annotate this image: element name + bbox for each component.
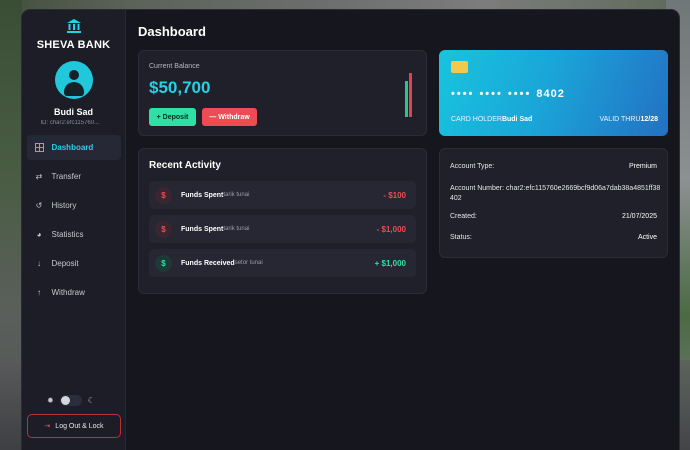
created-value: 21/07/2025 [621,213,657,220]
withdraw-button[interactable]: — Withdraw [202,108,257,126]
activity-amount: - $100 [383,190,406,200]
bank-app-window: SHEVA BANK Budi Sad ID: char2:efc115760.… [22,10,679,450]
bank-card: •••• •••• •••• 8402 CARD HOLDERBudi Sad … [439,50,668,136]
created-row: Created: 21/07/2025 [450,213,657,220]
logout-icon: ⇥ [44,423,51,430]
card-chip [451,61,468,73]
sidebar-item-label: Withdraw [51,288,85,297]
theme-toggle: ✹ ☾ [47,395,95,406]
account-type-label: Account Type: [450,163,495,170]
sidebar: SHEVA BANK Budi Sad ID: char2:efc115760.… [22,10,126,450]
activity-list: $ Funds Spent tarik tunai - $100 $ Funds … [149,181,416,283]
user-name: Budi Sad [53,107,93,117]
card-holder-name: Budi Sad [501,116,533,123]
avatar-body [63,82,84,96]
status-value: Active [637,234,657,241]
balance-panel: Current Balance $50,700 + Deposit — With… [138,50,427,136]
theme-switch[interactable] [59,395,82,406]
created-label: Created: [450,213,477,220]
logout-label: Log Out & Lock [55,422,104,430]
recent-activity-panel: Recent Activity $ Funds Spent tarik tunai… [138,148,427,294]
expense-bar [409,73,412,117]
mini-bar-chart [405,73,415,117]
activity-title: Funds Spent [181,225,224,233]
sidebar-item-statistics[interactable]: ◕ Statistics [27,222,121,247]
bank-icon [66,19,81,33]
main-content: Dashboard Current Balance $50,700 + Depo… [126,10,679,450]
balance-label: Current Balance [149,63,200,70]
card-valid-value: 12/28 [640,116,658,123]
sidebar-item-label: Statistics [51,230,84,239]
sidebar-item-label: Transfer [51,172,82,181]
dollar-icon: $ [155,254,172,272]
user-id: ID: char2:efc115760... [40,120,100,126]
theme-switch-knob [60,396,70,405]
status-row: Status: Active [450,234,657,241]
sun-icon: ✹ [47,396,54,405]
sidebar-item-label: Dashboard [51,143,94,152]
avatar [54,61,93,99]
card-holder-label: CARD HOLDER [451,116,502,123]
list-item[interactable]: $ Funds Received setor tunai + $1,000 [149,249,416,277]
deposit-button[interactable]: + Deposit [149,108,196,126]
activity-amount: - $1,000 [376,224,406,234]
recent-activity-title: Recent Activity [149,160,221,171]
activity-subtitle: tarik tunai [223,192,250,198]
bank-name: SHEVA BANK [36,39,111,51]
card-holder: CARD HOLDERBudi Sad [451,116,532,123]
card-number: •••• •••• •••• 8402 [451,88,565,100]
logout-button[interactable]: ⇥ Log Out & Lock [27,414,121,438]
pie-chart-icon: ◕ [36,230,42,239]
moon-icon: ☾ [87,396,95,405]
account-info-panel: Account Type: Premium Account Number: ch… [439,148,668,258]
dollar-icon: $ [155,220,172,238]
card-number-mask: •••• •••• •••• [451,88,532,100]
sidebar-nav: Dashboard ⇄ Transfer ↺ History ◕ Statist… [26,135,121,309]
history-icon: ↺ [35,201,43,210]
sidebar-item-dashboard[interactable]: Dashboard [26,135,121,160]
arrow-down-icon: ↓ [37,259,41,268]
activity-title: Funds Spent [181,191,224,199]
avatar-head [68,70,79,80]
sidebar-item-history[interactable]: ↺ History [27,193,121,218]
transfer-arrows-icon: ⇄ [35,172,43,181]
arrow-up-icon: ↑ [37,288,41,297]
card-valid-label: VALID THRU [599,116,641,123]
account-number-label: Account Number: [450,185,505,192]
activity-subtitle: setor tunai [234,260,263,266]
card-last4: 8402 [536,88,565,100]
list-item[interactable]: $ Funds Spent tarik tunai - $1,000 [149,215,416,243]
sidebar-item-label: History [51,201,77,210]
list-item[interactable]: $ Funds Spent tarik tunai - $100 [149,181,416,209]
sidebar-item-deposit[interactable]: ↓ Deposit [27,251,121,276]
account-type-value: Premium [628,163,657,170]
activity-amount: + $1,000 [374,258,406,268]
page-title: Dashboard [138,24,206,39]
sidebar-item-transfer[interactable]: ⇄ Transfer [27,164,121,189]
account-type-row: Account Type: Premium [450,163,657,170]
balance-value: $50,700 [149,78,211,97]
sidebar-item-label: Deposit [51,259,79,268]
income-bar [405,81,408,117]
status-label: Status: [450,234,472,241]
activity-title: Funds Received [181,259,235,267]
sidebar-item-withdraw[interactable]: ↑ Withdraw [27,280,121,305]
account-number-row: Account Number: char2:efc115760e2669bcf9… [450,184,662,204]
activity-subtitle: tarik tunai [223,226,250,232]
grid-icon [34,143,44,152]
card-expiry: VALID THRU12/28 [599,116,658,123]
dollar-icon: $ [155,186,172,204]
